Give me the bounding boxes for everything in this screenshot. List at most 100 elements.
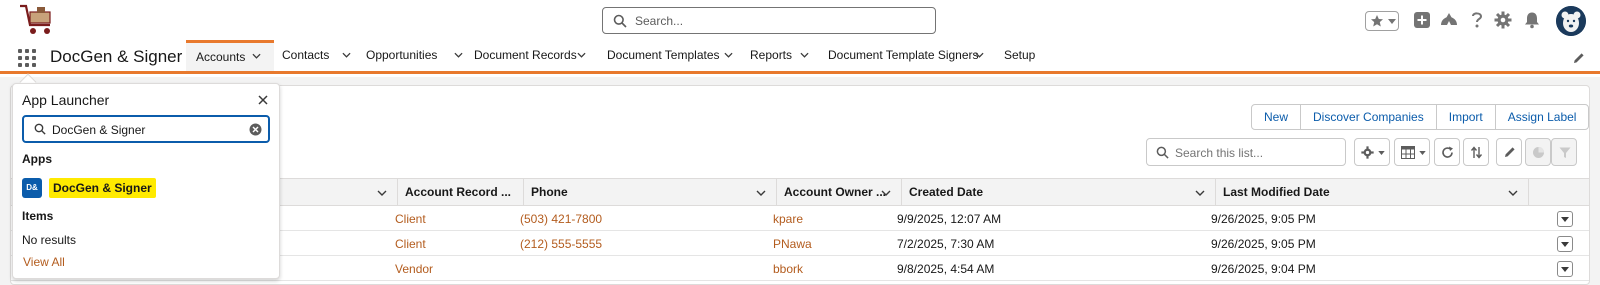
list-actions-button-group: New Discover Companies Import Assign Lab… xyxy=(1251,104,1590,130)
docgen-app-badge-icon[interactable]: D& xyxy=(22,178,42,198)
column-header-label: Account Owner ... xyxy=(784,185,887,199)
app-result-docgen-signer[interactable]: DocGen & Signer xyxy=(49,178,156,198)
cell-record-type[interactable]: Client xyxy=(395,206,426,231)
close-icon[interactable] xyxy=(257,94,269,106)
help-icon[interactable] xyxy=(1470,11,1484,29)
table-icon xyxy=(1401,146,1415,159)
charts-button[interactable] xyxy=(1525,138,1551,166)
global-search-placeholder: Search... xyxy=(635,14,684,28)
column-header-label: Last Modified Date xyxy=(1223,185,1330,199)
no-results-text: No results xyxy=(22,233,77,247)
column-header-account-owner[interactable]: Account Owner ... xyxy=(776,179,901,206)
clear-search-icon[interactable] xyxy=(249,123,262,136)
app-name: DocGen & Signer xyxy=(50,47,183,66)
cell-phone[interactable]: (212) 555-5555 xyxy=(520,231,602,256)
filter-funnel-icon xyxy=(1559,147,1571,158)
app-launcher-search-value: DocGen & Signer xyxy=(52,123,146,137)
chevron-down-icon xyxy=(1561,242,1569,247)
tab-opportunities[interactable]: Opportunities xyxy=(366,40,466,71)
favorites-chevron-down-icon xyxy=(1388,19,1396,24)
chevron-down-icon[interactable] xyxy=(1508,190,1518,196)
chevron-down-icon[interactable] xyxy=(975,52,984,58)
cell-owner[interactable]: kpare xyxy=(773,206,803,231)
cell-owner[interactable]: bbork xyxy=(773,256,803,281)
display-as-table-button[interactable] xyxy=(1394,138,1430,166)
pie-chart-icon xyxy=(1533,147,1544,158)
tab-document-template-signers[interactable]: Document Template Signers xyxy=(828,40,990,71)
discover-companies-button[interactable]: Discover Companies xyxy=(1301,105,1437,129)
tab-accounts[interactable]: Accounts xyxy=(186,40,274,71)
chevron-down-icon[interactable] xyxy=(377,190,387,196)
row-actions-button[interactable] xyxy=(1557,236,1573,252)
avatar[interactable] xyxy=(1556,6,1586,36)
cell-record-type[interactable]: Vendor xyxy=(395,256,433,281)
sort-button[interactable] xyxy=(1463,138,1489,166)
column-header-account-record-type[interactable]: Account Record ... xyxy=(397,179,523,206)
cell-last-modified-date: 9/26/2025, 9:05 PM xyxy=(1211,237,1316,251)
app-launcher-waffle-icon[interactable] xyxy=(18,49,38,69)
tab-reports[interactable]: Reports xyxy=(750,40,818,71)
apps-section-heading: Apps xyxy=(22,152,52,166)
inline-edit-button[interactable] xyxy=(1496,138,1522,166)
app-launcher-search-input[interactable]: DocGen & Signer xyxy=(22,115,270,143)
column-header-actions xyxy=(1528,179,1589,206)
tab-label: Reports xyxy=(750,48,793,62)
chevron-down-icon[interactable] xyxy=(724,52,733,58)
refresh-button[interactable] xyxy=(1434,138,1460,166)
cell-record-type[interactable]: Client xyxy=(395,231,426,256)
edit-nav-pencil-icon[interactable] xyxy=(1573,52,1585,64)
view-all-link[interactable]: View All xyxy=(23,255,65,269)
app-launcher-title: App Launcher xyxy=(22,92,110,108)
list-search-placeholder: Search this list... xyxy=(1175,146,1264,160)
chevron-down-icon[interactable] xyxy=(252,53,261,59)
logo-icon[interactable] xyxy=(18,3,56,37)
chevron-down-icon[interactable] xyxy=(454,52,463,58)
cell-created-date: 7/2/2025, 7:30 AM xyxy=(897,237,995,251)
tab-document-templates[interactable]: Document Templates xyxy=(607,40,747,71)
column-header-last-modified-date[interactable]: Last Modified Date xyxy=(1215,179,1528,206)
chevron-down-icon[interactable] xyxy=(756,190,766,196)
row-actions-button[interactable] xyxy=(1557,211,1573,227)
tab-setup[interactable]: Setup xyxy=(1004,40,1044,71)
trailhead-icon[interactable] xyxy=(1439,11,1459,29)
add-icon[interactable] xyxy=(1413,11,1431,29)
chevron-down-icon xyxy=(1419,151,1426,155)
chevron-down-icon[interactable] xyxy=(881,190,891,196)
tab-label: Accounts xyxy=(196,50,246,64)
setup-gear-icon[interactable] xyxy=(1494,11,1512,29)
cell-owner[interactable]: PNawa xyxy=(773,231,812,256)
row-actions-button[interactable] xyxy=(1557,261,1573,277)
import-button[interactable]: Import xyxy=(1437,105,1496,129)
cell-last-modified-date: 9/26/2025, 9:05 PM xyxy=(1211,212,1316,226)
cell-created-date: 9/9/2025, 12:07 AM xyxy=(897,212,1002,226)
chevron-down-icon xyxy=(1561,267,1569,272)
column-header-created-date[interactable]: Created Date xyxy=(901,179,1215,206)
tab-label: Contacts xyxy=(282,48,330,62)
tab-document-records[interactable]: Document Records xyxy=(474,40,602,71)
new-button[interactable]: New xyxy=(1252,105,1302,129)
column-header-label: Phone xyxy=(531,185,568,199)
app-navigation-bar: DocGen & Signer Accounts Contacts Opport… xyxy=(0,40,1600,74)
sort-arrows-icon xyxy=(1470,146,1483,159)
chevron-down-icon[interactable] xyxy=(577,52,586,58)
chevron-down-icon xyxy=(1561,217,1569,222)
chevron-down-icon[interactable] xyxy=(800,52,809,58)
notifications-bell-icon[interactable] xyxy=(1524,11,1540,29)
column-header-label: Created Date xyxy=(909,185,984,199)
favorites-star-icon xyxy=(1371,15,1383,27)
tab-label: Document Records xyxy=(474,48,577,62)
cell-phone[interactable]: (503) 421-7800 xyxy=(520,206,602,231)
chevron-down-icon[interactable] xyxy=(1195,190,1205,196)
cell-last-modified-date: 9/26/2025, 9:04 PM xyxy=(1211,262,1316,276)
filter-button[interactable] xyxy=(1551,138,1577,166)
column-header-phone[interactable]: Phone xyxy=(523,179,776,206)
app-launcher-panel: App Launcher DocGen & Signer Apps D& Doc… xyxy=(12,83,280,279)
chevron-down-icon[interactable] xyxy=(342,52,351,58)
search-icon xyxy=(34,123,46,135)
tab-contacts[interactable]: Contacts xyxy=(282,40,358,71)
favorites-button[interactable] xyxy=(1365,11,1399,31)
global-search-input[interactable]: Search... xyxy=(602,7,936,34)
list-settings-button[interactable] xyxy=(1354,138,1390,166)
list-search-input[interactable]: Search this list... xyxy=(1146,138,1346,166)
assign-label-button[interactable]: Assign Label xyxy=(1496,105,1589,129)
